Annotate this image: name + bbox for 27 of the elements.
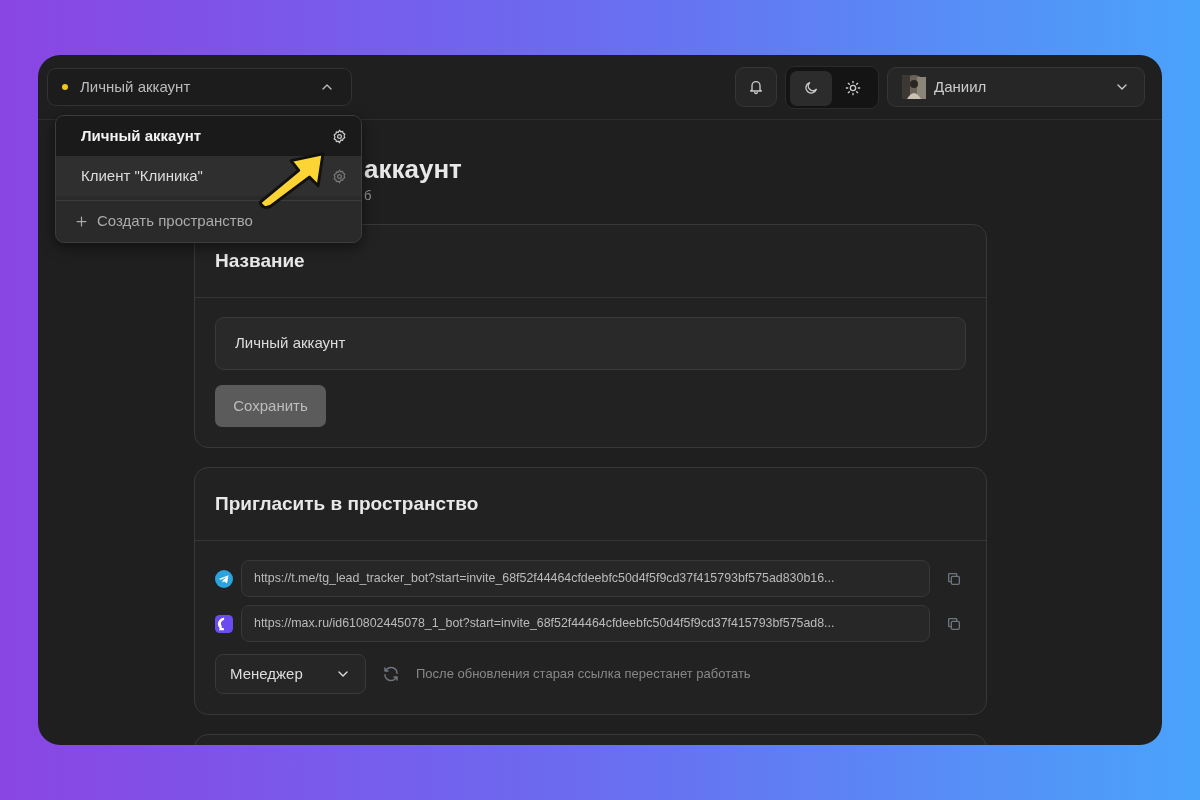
chat-bubble-icon — [215, 614, 233, 633]
notifications-button[interactable] — [735, 67, 777, 107]
settings-icon[interactable] — [332, 128, 347, 144]
invite-link-field[interactable]: https://t.me/tg_lead_tracker_bot?start=invite_68f52f44464cfdeebfc50d4f5f9cd37f415793bf575ad830b16... — [241, 560, 930, 597]
user-menu[interactable]: Даниил — [887, 67, 1145, 107]
card-title: Название — [215, 250, 305, 271]
pointer-arrow — [256, 151, 326, 211]
card-title: Пригласить в пространство — [215, 493, 479, 514]
workspace-item[interactable]: Личный аккаунт — [56, 116, 361, 156]
refresh-icon — [382, 665, 400, 683]
copy-icon — [946, 615, 962, 632]
invite-link-field[interactable]: https://max.ru/id610802445078_1_bot?start=invite_68f52f44464cfdeebfc50d4f5f9cd37f415793bf575ad8... — [241, 605, 930, 642]
plus-icon — [74, 214, 89, 229]
copy-icon — [946, 570, 962, 587]
workspace-item[interactable]: Клиент "Клиника" — [56, 156, 361, 196]
telegram-icon — [215, 569, 233, 588]
bell-icon — [748, 79, 764, 95]
name-input[interactable]: Личный аккаунт — [215, 317, 966, 370]
workspace-dropdown[interactable]: Личный аккаунт — [47, 68, 352, 106]
dark-theme-button[interactable] — [790, 70, 832, 106]
page-title: аккаунт — [364, 154, 462, 184]
sun-icon — [845, 80, 861, 96]
hint-text: После обновления старая ссылка перестанет работать — [416, 665, 751, 684]
page-subtitle: б — [364, 188, 372, 203]
role-select[interactable]: Менеджер — [215, 654, 366, 694]
refresh-button[interactable] — [382, 665, 400, 683]
moon-icon — [803, 80, 819, 96]
